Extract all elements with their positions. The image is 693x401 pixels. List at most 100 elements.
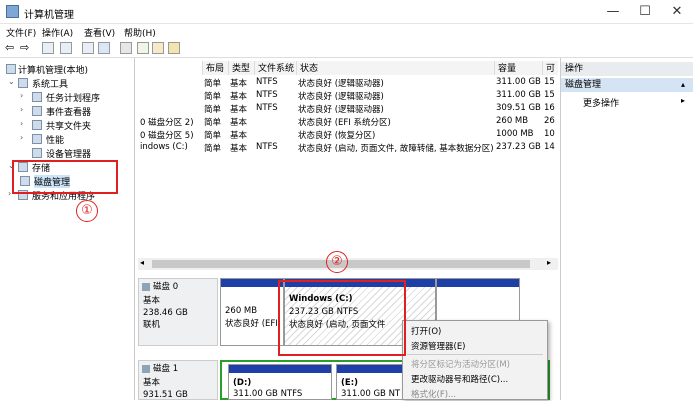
cell-type: 基本: [230, 79, 248, 89]
actions-header: 操作: [561, 62, 693, 76]
tools-icon: [18, 78, 28, 88]
partition-bar: [437, 279, 519, 287]
disk0-size: 238.46 GB: [143, 308, 188, 318]
col-header-layout[interactable]: 布局: [202, 61, 228, 75]
disk1-type: 基本: [143, 378, 161, 388]
cell-capacity: 311.00 GB: [496, 90, 541, 100]
chevron-right-icon[interactable]: ›: [20, 91, 23, 100]
show-tree-icon[interactable]: [60, 42, 72, 54]
close-button[interactable]: ✕: [662, 2, 692, 22]
chevron-right-icon[interactable]: ›: [20, 105, 23, 114]
chevron-down-icon[interactable]: ⌄: [8, 77, 15, 86]
tree-root[interactable]: 计算机管理(本地): [18, 63, 88, 76]
horizontal-scrollbar[interactable]: ◂ ▸: [138, 258, 558, 270]
menu-view[interactable]: 查看(V): [84, 26, 115, 39]
disk-icon: [142, 283, 150, 291]
cell-type: 基本: [230, 131, 248, 141]
disk1-label: 磁盘 1: [153, 364, 179, 374]
disk0-type: 基本: [143, 296, 161, 306]
more-actions-link[interactable]: 更多操作: [583, 96, 619, 109]
cell-layout: 简单: [204, 105, 222, 115]
title-bar: 计算机管理 — ☐ ✕: [0, 0, 693, 24]
connect-icon[interactable]: [120, 42, 132, 54]
col-header-filesystem[interactable]: 文件系统: [254, 61, 296, 75]
cell-type: 基本: [230, 105, 248, 115]
scroll-left-icon[interactable]: ◂: [140, 258, 144, 267]
menu-help[interactable]: 帮助(H): [124, 26, 156, 39]
tree-item-task-scheduler[interactable]: 任务计划程序: [46, 91, 100, 104]
performance-icon: [32, 134, 42, 144]
task-scheduler-icon: [32, 92, 42, 102]
device-manager-icon: [32, 148, 42, 158]
partition-d-size: 311.00 GB NTFS: [233, 389, 303, 399]
cell-free: 15: [544, 90, 555, 100]
cell-free: 16: [544, 103, 555, 113]
actions-pane: 操作 磁盘管理 ▴ 更多操作 ▸: [560, 58, 693, 400]
volume-list: 布局 类型 文件系统 状态 容量 可 简单 基本 NTFS 状态良好 (逻辑驱动…: [138, 58, 558, 263]
disk0-info[interactable]: 磁盘 0 基本 238.46 GB 联机: [138, 278, 218, 346]
cell-fs: NTFS: [256, 90, 278, 100]
disk-icon: [142, 365, 150, 373]
partition-bar: [221, 279, 283, 287]
toolbar: ⇦ ⇨: [0, 40, 693, 58]
menu-file[interactable]: 文件(F): [6, 26, 36, 39]
tree-item-shared-folders[interactable]: 共享文件夹: [46, 119, 91, 132]
tree-item-event-viewer[interactable]: 事件查看器: [46, 105, 91, 118]
cell-layout: 简单: [204, 92, 222, 102]
collapse-arrow-icon[interactable]: ▴: [681, 80, 685, 89]
cell-type: 基本: [230, 118, 248, 128]
chevron-right-icon[interactable]: ›: [20, 119, 23, 128]
table-row[interactable]: indows (C:) 简单 基本 NTFS 状态良好 (启动, 页面文件, 故…: [138, 142, 558, 155]
cell-status: 状态良好 (逻辑驱动器): [298, 79, 384, 89]
minimize-button[interactable]: —: [598, 2, 628, 22]
forward-arrow-icon[interactable]: ⇨: [20, 41, 29, 54]
partition-efi[interactable]: 260 MB 状态良好 (EFI: [220, 278, 284, 346]
disk1-size: 931.51 GB: [143, 390, 188, 400]
table-row[interactable]: 简单 基本 NTFS 状态良好 (逻辑驱动器) 311.00 GB 15: [138, 90, 558, 103]
menu-divider: [407, 354, 543, 355]
tree-item-performance[interactable]: 性能: [46, 133, 64, 146]
app-icon: [6, 5, 19, 18]
cell-fs: NTFS: [256, 142, 278, 152]
maximize-button[interactable]: ☐: [630, 2, 660, 22]
table-row[interactable]: 简单 基本 NTFS 状态良好 (逻辑驱动器) 309.51 GB 16: [138, 103, 558, 116]
partition-d[interactable]: (D:) 311.00 GB NTFS: [228, 364, 332, 400]
folder-icon[interactable]: [152, 42, 164, 54]
chevron-right-icon[interactable]: ›: [8, 189, 11, 198]
col-header-type[interactable]: 类型: [228, 61, 254, 75]
tree-system-tools[interactable]: 系统工具: [32, 77, 68, 90]
highlight-c-drive: [278, 280, 406, 356]
scroll-right-icon[interactable]: ▸: [547, 258, 551, 267]
partition-e[interactable]: (E:) 311.00 GB NT: [336, 364, 406, 400]
menu-item-open[interactable]: 打开(O): [411, 325, 441, 337]
menu-item-explorer[interactable]: 资源管理器(E): [411, 340, 466, 352]
chevron-right-icon[interactable]: ▸: [681, 96, 685, 105]
col-header-free[interactable]: 可: [542, 61, 558, 75]
cell-fs: NTFS: [256, 77, 278, 87]
menu-action[interactable]: 操作(A): [42, 26, 73, 39]
col-header-status[interactable]: 状态: [296, 61, 494, 75]
properties-icon[interactable]: [82, 42, 94, 54]
menu-item-format[interactable]: 格式化(F)...: [411, 388, 456, 400]
up-folder-icon[interactable]: [42, 42, 54, 54]
highlight-disk-management: [12, 160, 118, 194]
disk0-state: 联机: [143, 320, 161, 330]
cell-capacity: 1000 MB: [496, 129, 534, 139]
back-arrow-icon[interactable]: ⇦: [5, 41, 14, 54]
menu-item-mark-active[interactable]: 将分区标记为活动分区(M): [411, 358, 510, 370]
table-row[interactable]: 0 磁盘分区 5) 简单 基本 状态良好 (恢复分区) 1000 MB 10: [138, 129, 558, 142]
help-icon[interactable]: [98, 42, 110, 54]
tree-item-device-manager[interactable]: 设备管理器: [46, 147, 91, 160]
cell-fs: NTFS: [256, 103, 278, 113]
menu-item-change-drive-letter[interactable]: 更改驱动器号和路径(C)...: [411, 373, 508, 385]
key-icon[interactable]: [168, 42, 180, 54]
chevron-right-icon[interactable]: ›: [20, 133, 23, 142]
disk1-info[interactable]: 磁盘 1 基本 931.51 GB: [138, 360, 218, 400]
cell-type: 基本: [230, 144, 248, 154]
event-viewer-icon: [32, 106, 42, 116]
check-icon[interactable]: [137, 42, 149, 54]
table-row[interactable]: 简单 基本 NTFS 状态良好 (逻辑驱动器) 311.00 GB 15: [138, 77, 558, 90]
col-header-capacity[interactable]: 容量: [494, 61, 542, 75]
actions-section-disk-management[interactable]: 磁盘管理: [561, 78, 693, 92]
table-row[interactable]: 0 磁盘分区 2) 简单 基本 状态良好 (EFI 系统分区) 260 MB 2…: [138, 116, 558, 129]
